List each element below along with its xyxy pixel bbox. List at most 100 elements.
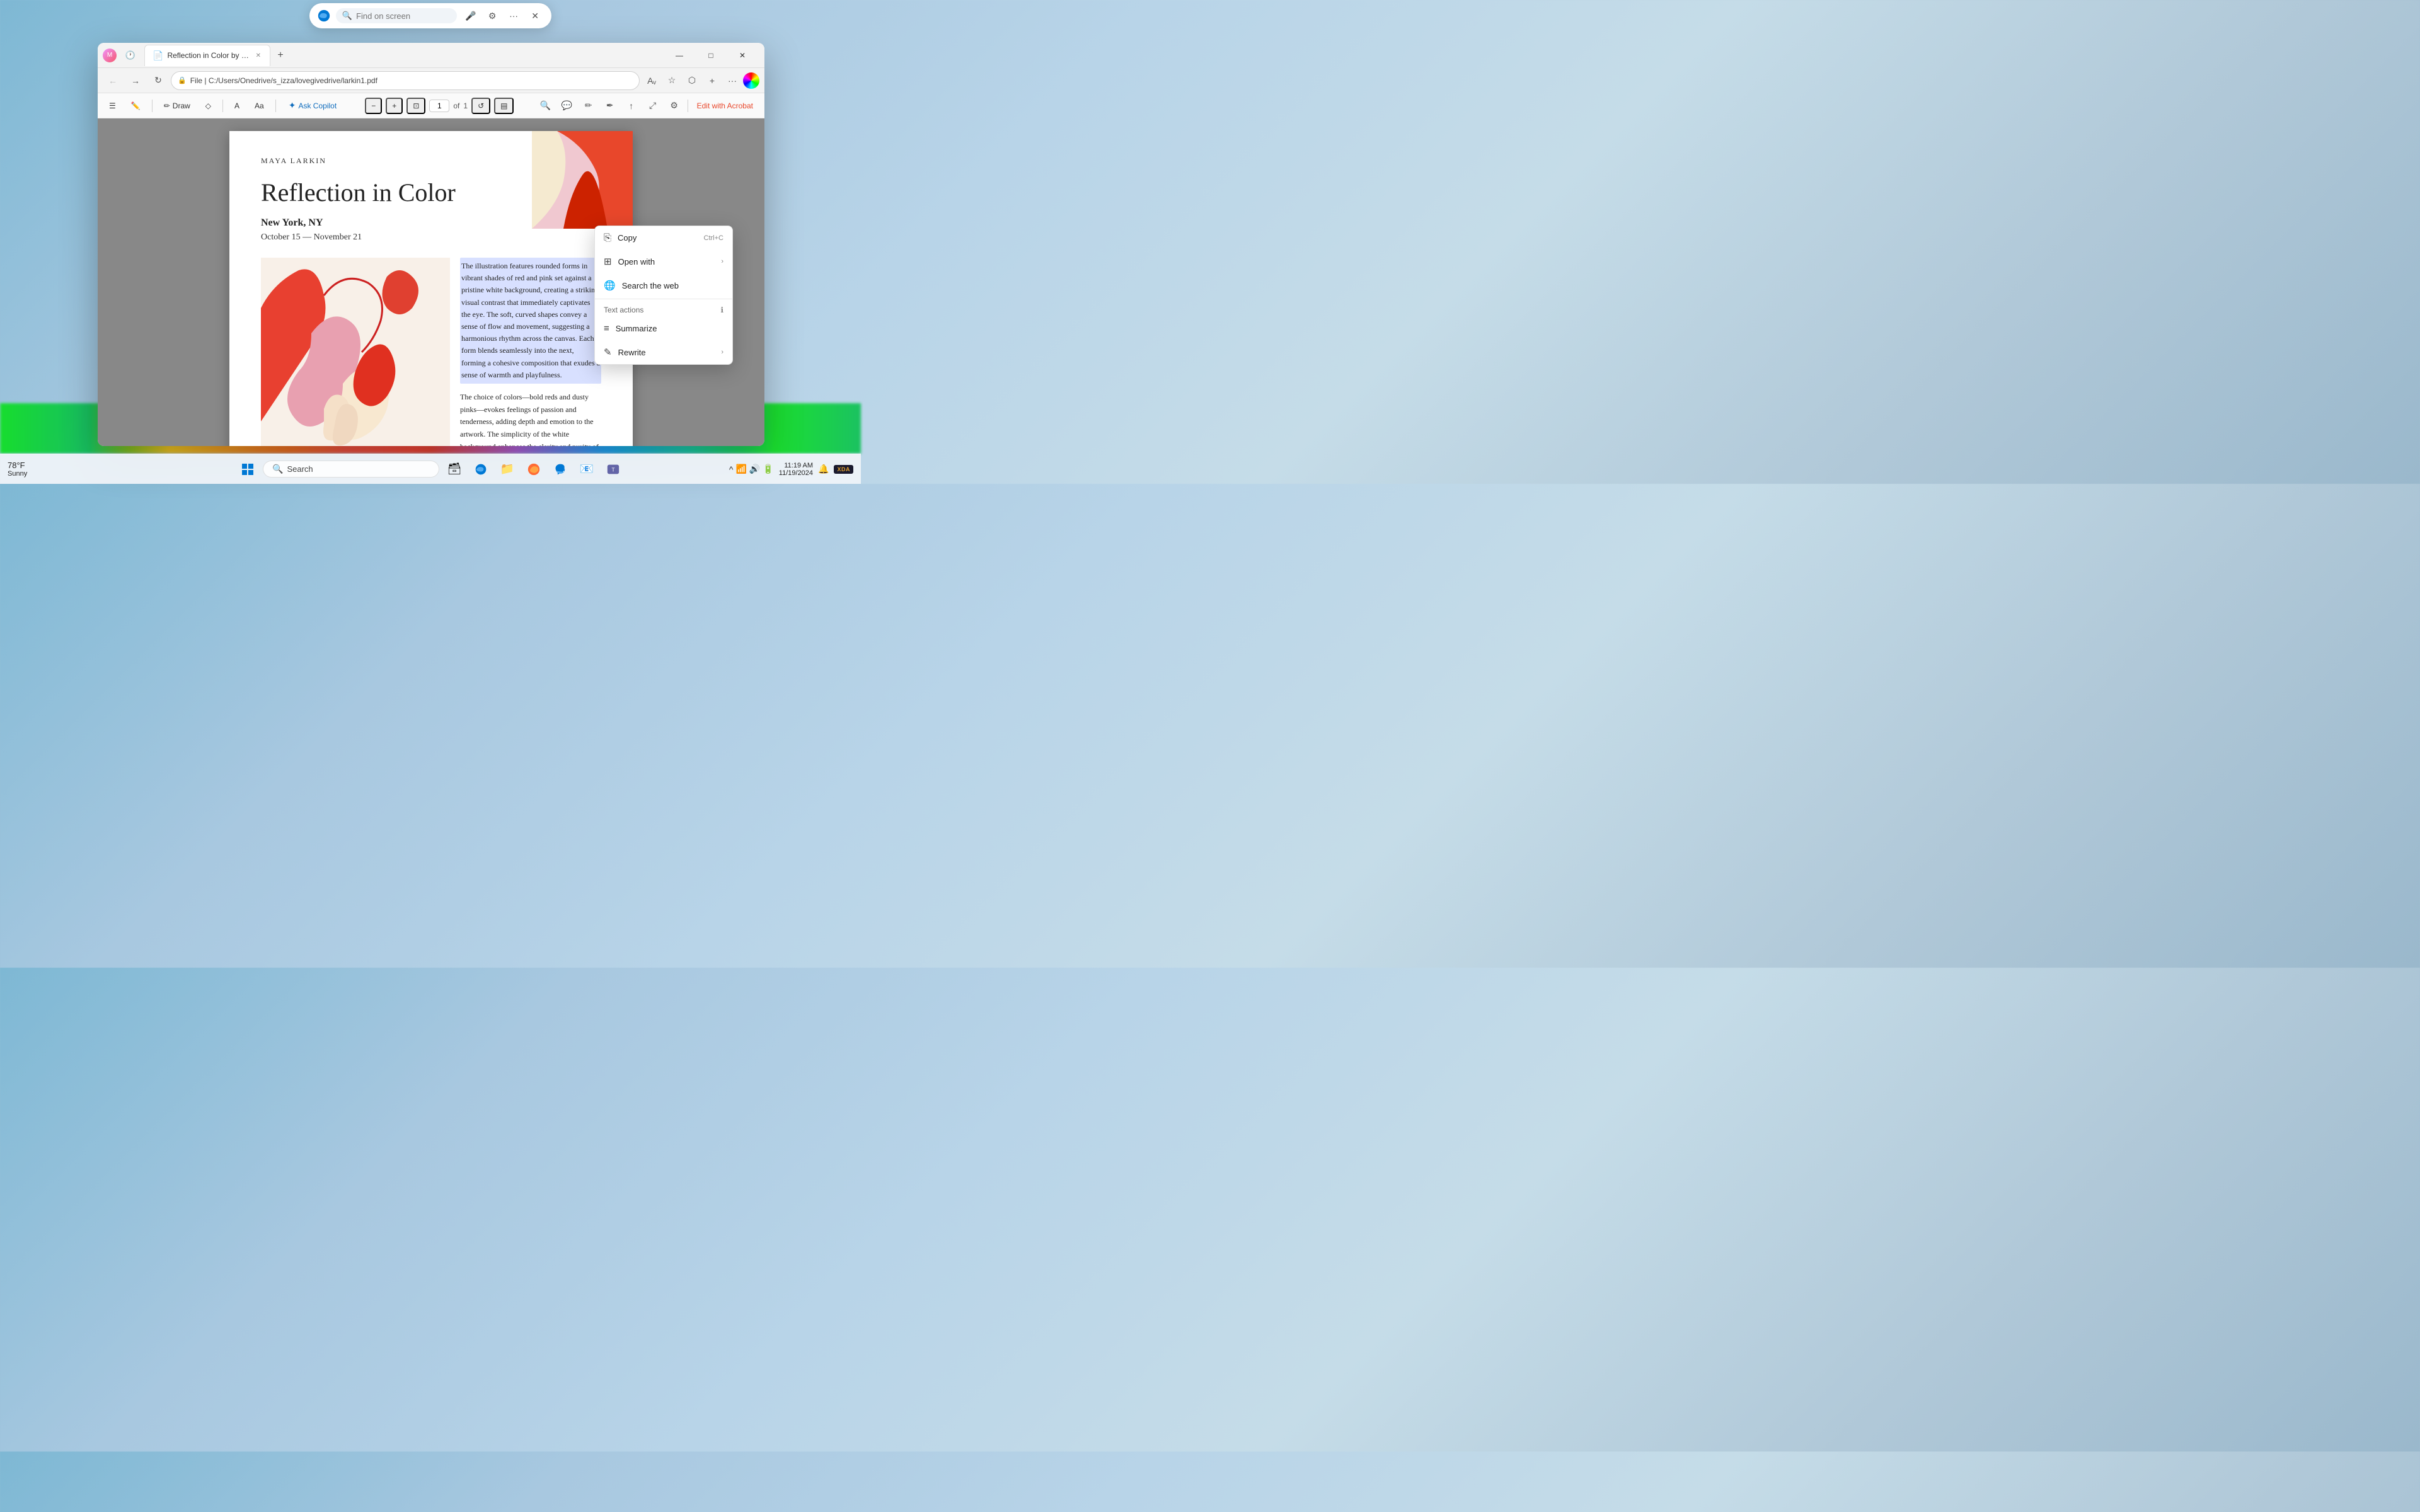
find-bar-actions: 🎤 ⚙ ··· ✕ bbox=[462, 7, 544, 25]
tray-battery-icon[interactable]: 🔋 bbox=[763, 464, 773, 474]
draw-label: Draw bbox=[173, 101, 190, 110]
context-menu-copy[interactable]: ⎘ Copy Ctrl+C bbox=[595, 226, 732, 249]
pdf-page-controls: − + ⊡ of 1 ↺ ▤ bbox=[365, 98, 514, 114]
taskbar-search[interactable]: 🔍 Search bbox=[263, 461, 439, 478]
separator-2 bbox=[222, 100, 223, 112]
clock-date: 11/19/2024 bbox=[779, 469, 813, 477]
address-bar[interactable]: 🔒 File | C:/Users/Onedrive/s_izza/lovegi… bbox=[171, 71, 640, 90]
forward-btn[interactable]: → bbox=[125, 71, 146, 91]
text-icon: A bbox=[234, 101, 239, 110]
copy-shortcut: Ctrl+C bbox=[704, 234, 723, 242]
pdf-body-text: The choice of colors—bold reds and dusty… bbox=[460, 391, 601, 446]
pdf-annotate-btn[interactable]: ✏️ bbox=[126, 99, 146, 113]
tab-title: Reflection in Color by Maya Lark... bbox=[167, 51, 250, 60]
open-with-icon: ⊞ bbox=[604, 256, 612, 267]
context-menu-summarize[interactable]: ≡ Summarize bbox=[595, 317, 732, 340]
pdf-sign-btn[interactable]: ✒ bbox=[601, 96, 619, 115]
pdf-textformat-btn[interactable]: Aa bbox=[250, 99, 269, 113]
separator-3 bbox=[275, 100, 276, 112]
notification-btn[interactable]: 🔔 bbox=[818, 464, 829, 474]
browser-essentials-btn[interactable]: ⬡ bbox=[683, 71, 701, 90]
tray-network-icon[interactable]: 📶 bbox=[735, 464, 746, 474]
system-clock[interactable]: 11:19 AM 11/19/2024 bbox=[779, 462, 813, 477]
taskbar-edge-btn[interactable] bbox=[549, 458, 572, 481]
microphone-btn[interactable]: 🎤 bbox=[462, 7, 480, 25]
start-btn[interactable] bbox=[236, 458, 259, 481]
summarize-label: Summarize bbox=[616, 324, 723, 333]
context-menu-open-with[interactable]: ⊞ Open with › bbox=[595, 249, 732, 273]
address-text: File | C:/Users/Onedrive/s_izza/lovegive… bbox=[190, 76, 633, 85]
pdf-sidebar-btn[interactable]: ☰ bbox=[104, 99, 121, 113]
pdf-search-btn[interactable]: 🔍 bbox=[536, 96, 555, 115]
zoom-out-btn[interactable]: − bbox=[365, 98, 382, 114]
pdf-comment-btn[interactable]: 💬 bbox=[558, 96, 577, 115]
page-number-input[interactable] bbox=[429, 100, 449, 112]
pdf-two-col: The illustration features rounded forms … bbox=[261, 258, 601, 446]
xda-badge: XDA bbox=[834, 465, 853, 474]
profile-avatar[interactable]: M bbox=[103, 49, 117, 62]
more-options-btn[interactable]: ··· bbox=[505, 7, 522, 25]
edge-theme-icon bbox=[743, 72, 759, 89]
settings-btn[interactable]: ⚙ bbox=[483, 7, 501, 25]
weather-widget[interactable]: 78°F Sunny bbox=[8, 461, 27, 478]
pdf-text-btn[interactable]: A bbox=[229, 99, 245, 113]
edit-acrobat-btn[interactable]: Edit with Acrobat bbox=[692, 99, 758, 113]
taskbar-explorer-btn[interactable]: 📁 bbox=[496, 458, 519, 481]
refresh-btn[interactable]: ↻ bbox=[148, 71, 168, 91]
copilot-icon: ✦ bbox=[289, 100, 296, 111]
svg-text:T: T bbox=[611, 467, 614, 472]
rewrite-icon: ✎ bbox=[604, 346, 612, 358]
copy-label: Copy bbox=[618, 233, 698, 243]
tab-close-btn[interactable]: ✕ bbox=[255, 51, 262, 60]
tray-volume-icon[interactable]: 🔊 bbox=[749, 464, 760, 474]
rewrite-label: Rewrite bbox=[618, 348, 715, 357]
find-input-area[interactable]: 🔍 bbox=[336, 8, 457, 23]
pdf-settings-btn[interactable]: ⚙ bbox=[665, 96, 684, 115]
read-aloud-btn[interactable]: Aᵥ bbox=[642, 71, 661, 90]
window-controls: — □ ✕ bbox=[665, 45, 757, 66]
back-btn[interactable]: ← bbox=[103, 71, 123, 91]
pdf-fullscreen-btn[interactable]: ⤢ bbox=[643, 96, 662, 115]
close-btn[interactable]: ✕ bbox=[728, 45, 757, 66]
summarize-icon: ≡ bbox=[604, 323, 609, 334]
address-bar-row: ← → ↻ 🔒 File | C:/Users/Onedrive/s_izza/… bbox=[98, 68, 764, 93]
active-tab[interactable]: 📄 Reflection in Color by Maya Lark... ✕ bbox=[144, 45, 270, 66]
pdf-shapes-btn[interactable]: ◇ bbox=[200, 99, 216, 113]
rotate-btn[interactable]: ↺ bbox=[471, 98, 490, 114]
minimize-btn[interactable]: — bbox=[665, 45, 694, 66]
selected-paragraph: The illustration features rounded forms … bbox=[461, 261, 600, 379]
zoom-in-btn[interactable]: + bbox=[386, 98, 403, 114]
weather-condition: Sunny bbox=[8, 470, 27, 478]
taskbar-teams-btn[interactable]: T bbox=[602, 458, 625, 481]
context-menu-rewrite[interactable]: ✎ Rewrite › bbox=[595, 340, 732, 364]
clock-time: 11:19 AM bbox=[784, 462, 813, 469]
pdf-share-btn[interactable]: ↑ bbox=[622, 96, 641, 115]
pdf-right-tools: 🔍 💬 ✏ ✒ ↑ ⤢ ⚙ Edit with Acrobat bbox=[536, 96, 758, 115]
taskbar-app1-btn[interactable] bbox=[522, 458, 545, 481]
pdf-highlight-btn[interactable]: ✏ bbox=[579, 96, 598, 115]
annotate-icon: ✏️ bbox=[131, 101, 141, 110]
history-btn[interactable]: 🕐 bbox=[120, 45, 141, 66]
taskbar-browser-btn[interactable] bbox=[470, 458, 492, 481]
textformat-icon: Aa bbox=[255, 101, 264, 110]
pdf-draw-btn[interactable]: ✏ Draw bbox=[159, 99, 195, 113]
selected-text-block: The illustration features rounded forms … bbox=[460, 258, 601, 384]
text-actions-section: Text actions ℹ bbox=[595, 301, 732, 317]
top-bar: 🔍 🎤 ⚙ ··· ✕ bbox=[0, 0, 861, 32]
text-actions-info[interactable]: ℹ bbox=[720, 306, 723, 314]
toolbar-right-icons: Aᵥ ☆ ⬡ + ··· bbox=[642, 71, 759, 90]
taskbar-mail-btn[interactable]: 📧 bbox=[575, 458, 598, 481]
new-tab-btn[interactable]: + bbox=[272, 47, 289, 64]
favorites-btn[interactable]: ☆ bbox=[662, 71, 681, 90]
fit-page-btn[interactable]: ⊡ bbox=[406, 98, 425, 114]
find-on-screen-input[interactable] bbox=[356, 11, 451, 21]
page-layout-btn[interactable]: ▤ bbox=[494, 98, 514, 114]
close-findbar-btn[interactable]: ✕ bbox=[526, 7, 544, 25]
more-tools-btn[interactable]: ··· bbox=[723, 71, 742, 90]
collections-btn[interactable]: + bbox=[703, 71, 722, 90]
ask-copilot-btn[interactable]: ✦ Ask Copilot bbox=[282, 98, 343, 113]
context-menu-search-web[interactable]: 🌐 Search the web bbox=[595, 273, 732, 297]
taskbar-files-btn[interactable]: 🗃 bbox=[443, 458, 466, 481]
tray-chevron[interactable]: ^ bbox=[729, 464, 734, 474]
maximize-btn[interactable]: □ bbox=[696, 45, 725, 66]
